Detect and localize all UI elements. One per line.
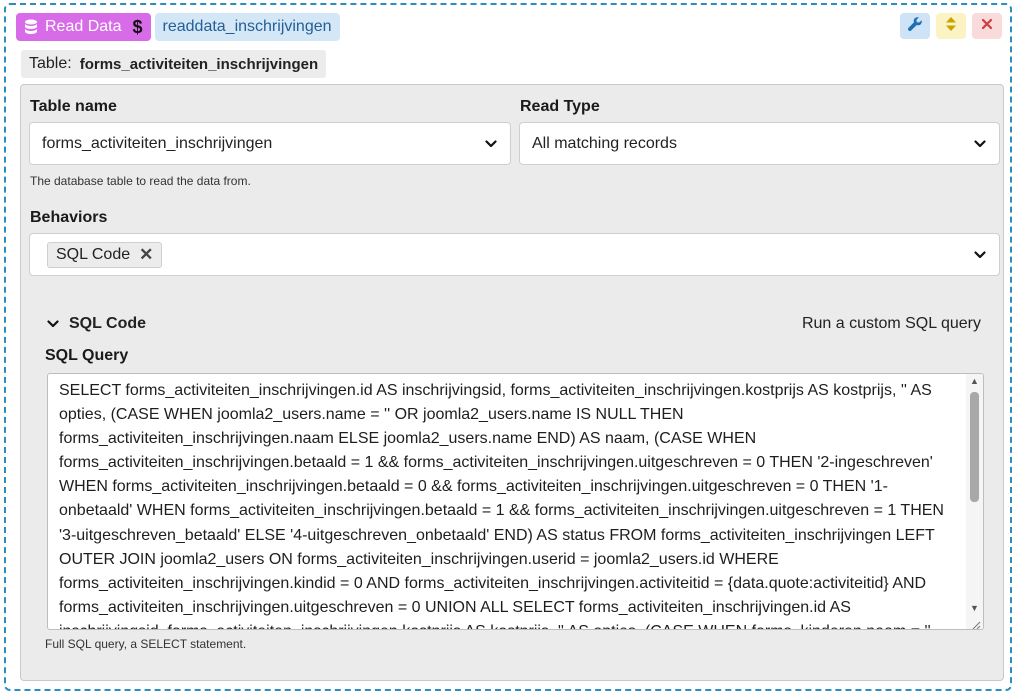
table-summary-value: forms_activiteiten_inschrijvingen: [79, 55, 319, 73]
dollar-icon: $: [132, 16, 143, 37]
chevron-down-icon: [47, 315, 59, 333]
behaviors-chip-list: SQL Code ✕: [47, 241, 973, 268]
sql-query-help: Full SQL query, a SELECT statement.: [45, 637, 247, 651]
close-icon: [981, 17, 993, 35]
textarea-scrollbar[interactable]: ▲ ▼: [966, 374, 983, 629]
scrollbar-thumb[interactable]: [970, 392, 979, 502]
block-actions: [900, 13, 1002, 39]
behavior-chip-sql-code: SQL Code ✕: [47, 241, 163, 268]
reorder-button[interactable]: [936, 13, 966, 39]
sql-query-text: SELECT forms_activiteiten_inschrijvingen…: [59, 382, 944, 629]
table-name-label: Table name: [30, 98, 117, 115]
table-name-help: The database table to read the data from…: [30, 174, 251, 188]
sql-query-label: SQL Query: [45, 347, 129, 364]
table-name-value: forms_activiteiten_inschrijvingen: [42, 134, 273, 152]
block-id-badge[interactable]: readdata_inschrijvingen: [154, 13, 340, 41]
chevron-down-icon: [973, 248, 987, 262]
behaviors-select[interactable]: SQL Code ✕: [29, 233, 1000, 276]
settings-button[interactable]: [900, 13, 930, 39]
read-type-value: All matching records: [532, 134, 677, 152]
block-type-badge[interactable]: Read Data $: [16, 13, 151, 41]
chevron-down-icon: [973, 137, 987, 151]
behaviors-label: Behaviors: [30, 209, 108, 226]
settings-panel: Table name forms_activiteiten_inschrijvi…: [20, 84, 1004, 681]
sort-icon: [945, 16, 957, 37]
resize-handle-icon[interactable]: [971, 617, 981, 629]
chevron-down-icon: [484, 137, 498, 151]
table-summary-label: Table:: [29, 55, 72, 72]
block-header: Read Data $ readdata_inschrijvingen: [16, 13, 340, 41]
block-type-label: Read Data: [45, 18, 122, 35]
database-icon: [24, 19, 38, 35]
wrench-icon: [907, 16, 923, 37]
remove-chip-icon[interactable]: ✕: [139, 245, 153, 265]
delete-button[interactable]: [972, 13, 1002, 39]
table-name-select[interactable]: forms_activiteiten_inschrijvingen: [29, 122, 511, 165]
scroll-up-icon[interactable]: ▲: [970, 376, 979, 386]
scroll-down-icon[interactable]: ▼: [970, 603, 979, 613]
table-summary-badge: Table: forms_activiteiten_inschrijvingen: [21, 50, 327, 78]
behavior-chip-label: SQL Code: [56, 245, 131, 263]
read-type-select[interactable]: All matching records: [519, 122, 1000, 165]
sql-code-section-toggle[interactable]: SQL Code: [47, 315, 146, 333]
sql-query-textarea[interactable]: SELECT forms_activiteiten_inschrijvingen…: [47, 373, 984, 630]
sql-code-section-description: Run a custom SQL query: [801, 315, 981, 332]
read-data-block: Read Data $ readdata_inschrijvingen Tabl…: [4, 3, 1012, 691]
sql-code-section-title: SQL Code: [69, 315, 147, 332]
read-type-label: Read Type: [520, 98, 600, 115]
